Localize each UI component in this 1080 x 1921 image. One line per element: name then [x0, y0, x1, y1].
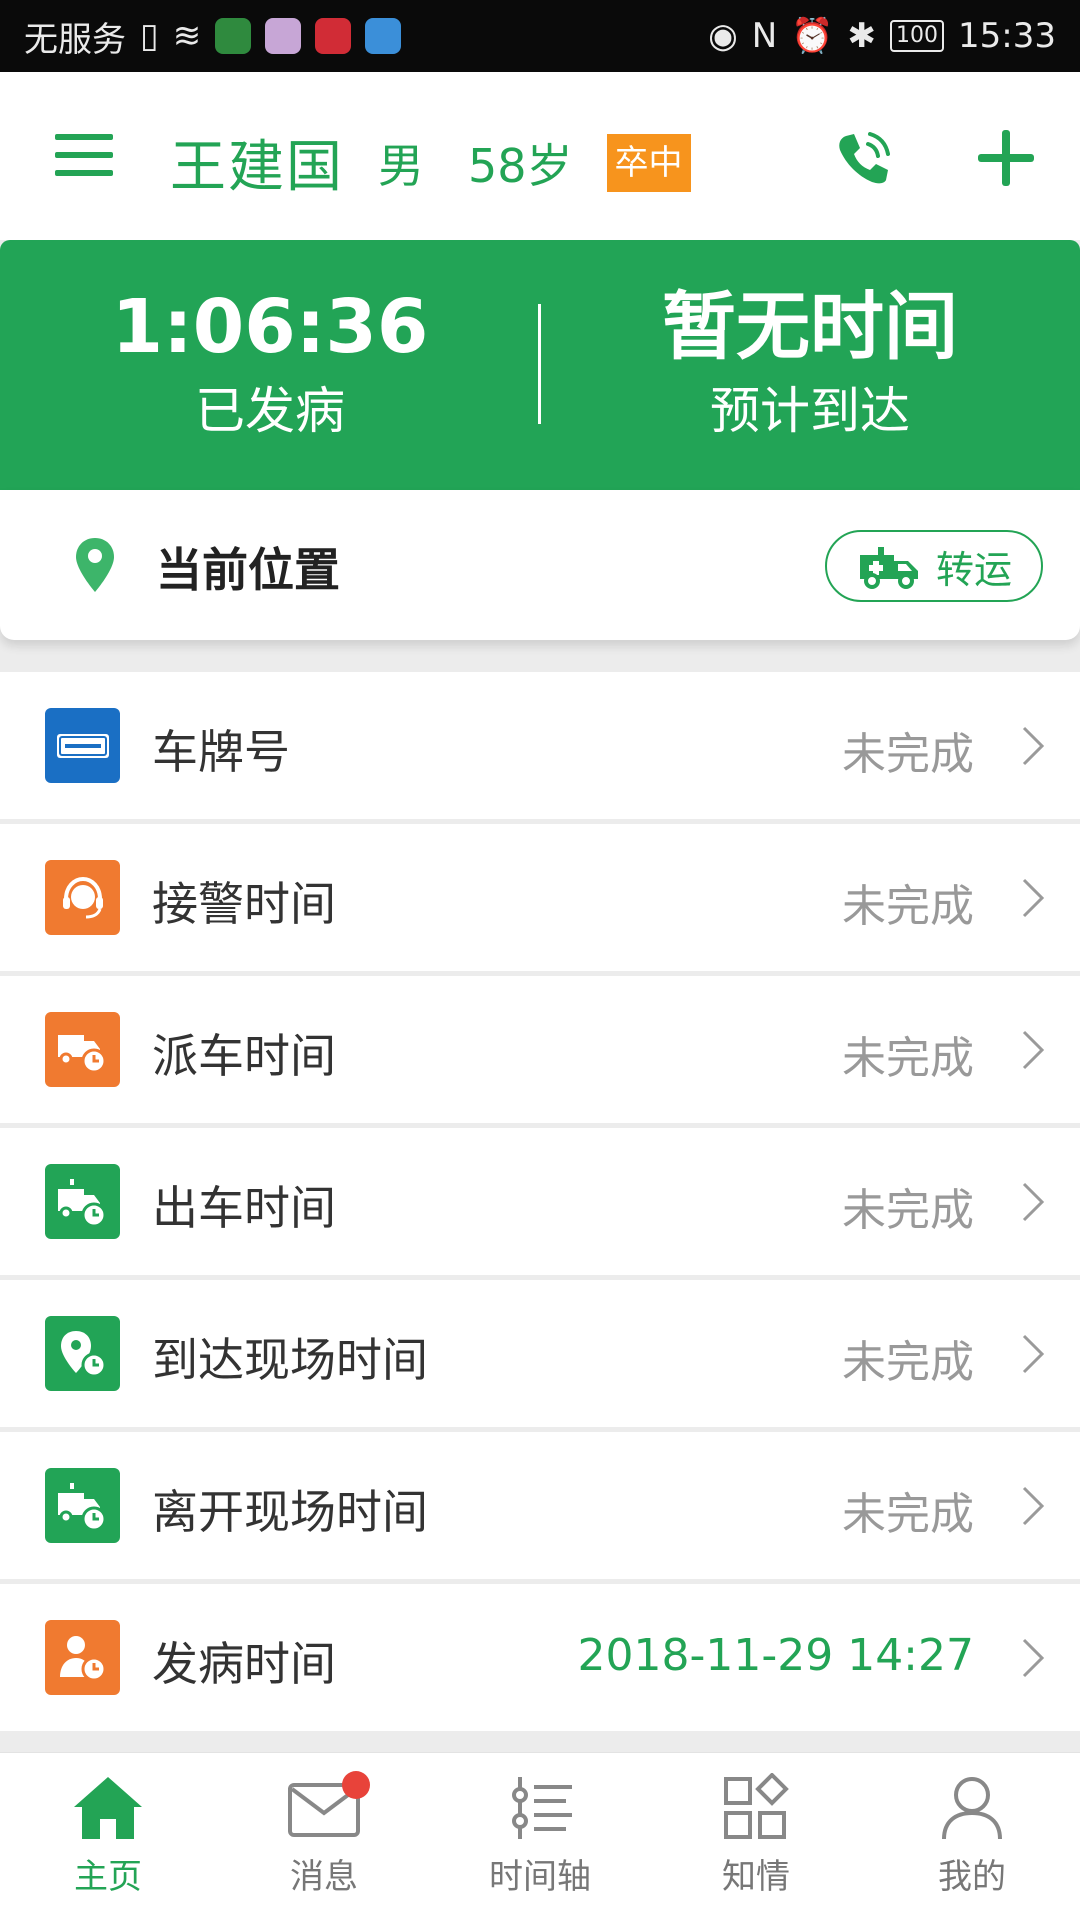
status-left: 无服务 ▯ ≋: [24, 12, 402, 61]
patient-info: 王建国 男 58岁 卒中: [170, 122, 691, 203]
nav-home[interactable]: 主页: [28, 1773, 188, 1898]
item-status: 未完成: [842, 1033, 974, 1084]
wifi-icon: ≋: [172, 16, 202, 56]
elapsed-section: 1:06:36 已发病: [0, 282, 540, 446]
chevron-right-icon: [1022, 1486, 1045, 1526]
list-item-dispatch-time[interactable]: 派车时间 未完成: [0, 976, 1080, 1123]
list-item-alarm-time[interactable]: 接警时间 未完成: [0, 824, 1080, 971]
phone-icon[interactable]: [832, 128, 892, 188]
status-bar: 无服务 ▯ ≋ ◉ N ⏰ ✱ 100 15:33: [0, 0, 1080, 72]
bluetooth-icon: ✱: [847, 16, 877, 56]
chevron-right-icon: [1022, 878, 1045, 918]
item-label: 派车时间: [152, 1029, 336, 1083]
location-pin-icon: [74, 536, 116, 598]
nav-timeline[interactable]: 时间轴: [460, 1773, 620, 1898]
apps-grid-icon: [724, 1773, 789, 1839]
sim-alert-icon: ▯: [140, 16, 159, 56]
list-item-license-plate[interactable]: 车牌号 未完成: [0, 672, 1080, 819]
nav-consent[interactable]: 知情: [676, 1773, 836, 1898]
item-status: 未完成: [842, 1489, 974, 1540]
item-label: 离开现场时间: [152, 1485, 428, 1539]
ambulance-clock-icon: [45, 1012, 120, 1087]
bottom-navigation: 主页 消息 时间轴 知情 我的: [0, 1752, 1080, 1921]
nav-timeline-label: 时间轴: [489, 1857, 591, 1897]
patient-name: 王建国: [170, 135, 344, 200]
item-label: 车牌号: [152, 725, 290, 779]
elapsed-label: 已发病: [195, 382, 345, 440]
list-item-onset-time[interactable]: 发病时间 2018-11-29 14:27: [0, 1584, 1080, 1731]
app-notification-icon: [315, 18, 352, 54]
menu-icon[interactable]: [55, 134, 113, 176]
item-status: 2018-11-29 14:27: [577, 1630, 975, 1681]
eta-label: 预计到达: [710, 382, 910, 440]
transfer-button[interactable]: 转运: [825, 530, 1043, 602]
chevron-right-icon: [1022, 1638, 1045, 1678]
license-plate-icon: [45, 708, 120, 783]
headset-icon: [45, 860, 120, 935]
patient-age: 58岁: [468, 138, 573, 193]
battery-icon: 100: [890, 20, 945, 52]
chevron-right-icon: [1022, 726, 1045, 766]
item-status: 未完成: [842, 1185, 974, 1236]
current-location-label: 当前位置: [156, 543, 340, 597]
item-label: 接警时间: [152, 877, 336, 931]
item-status: 未完成: [842, 729, 974, 780]
chevron-right-icon: [1022, 1182, 1045, 1222]
elapsed-time: 1:06:36: [111, 284, 429, 370]
eta-value: 暂无时间: [662, 284, 958, 370]
nav-messages[interactable]: 消息: [244, 1771, 404, 1898]
ambulance-icon: [859, 547, 918, 589]
nav-mine-label: 我的: [938, 1857, 1006, 1897]
patient-gender: 男: [378, 138, 424, 193]
ambulance-clock-icon: [45, 1468, 120, 1543]
alarm-icon: ⏰: [791, 16, 834, 56]
app-notification-icon: [215, 18, 252, 54]
item-status: 未完成: [842, 881, 974, 932]
list-item-arrive-scene-time[interactable]: 到达现场时间 未完成: [0, 1280, 1080, 1427]
chevron-right-icon: [1022, 1334, 1045, 1374]
app-notification-icon: [365, 18, 402, 54]
home-icon: [74, 1777, 142, 1839]
item-label: 发病时间: [152, 1637, 336, 1691]
app-notification-icon: [265, 18, 302, 54]
person-clock-icon: [45, 1620, 120, 1695]
nav-messages-label: 消息: [290, 1857, 358, 1897]
diagnosis-badge: 卒中: [606, 133, 691, 192]
eye-icon: ◉: [708, 16, 738, 56]
carrier-text: 无服务: [24, 19, 126, 60]
item-status: 未完成: [842, 1337, 974, 1388]
nav-consent-label: 知情: [722, 1857, 790, 1897]
item-label: 出车时间: [152, 1181, 336, 1235]
list-item-departure-time[interactable]: 出车时间 未完成: [0, 1128, 1080, 1275]
nfc-icon: N: [751, 16, 778, 56]
nav-home-label: 主页: [74, 1857, 142, 1897]
add-icon[interactable]: [978, 130, 1034, 186]
timer-banner: 1:06:36 已发病 暂无时间 预计到达: [0, 240, 1080, 490]
notification-dot: [342, 1771, 370, 1799]
ambulance-clock-icon: [45, 1164, 120, 1239]
location-clock-icon: [45, 1316, 120, 1391]
item-label: 到达现场时间: [152, 1333, 428, 1387]
app-header: 王建国 男 58岁 卒中: [0, 72, 1080, 240]
eta-section: 暂无时间 预计到达: [540, 282, 1080, 446]
nav-mine[interactable]: 我的: [892, 1773, 1052, 1898]
user-icon: [942, 1777, 1002, 1840]
location-card: 当前位置 转运: [0, 490, 1080, 640]
clock-time: 15:33: [958, 16, 1056, 56]
chevron-right-icon: [1022, 1030, 1045, 1070]
timeline-icon: [512, 1777, 572, 1839]
list-item-leave-scene-time[interactable]: 离开现场时间 未完成: [0, 1432, 1080, 1579]
status-right: ◉ N ⏰ ✱ 100 15:33: [708, 16, 1056, 56]
transfer-label: 转运: [935, 547, 1012, 592]
